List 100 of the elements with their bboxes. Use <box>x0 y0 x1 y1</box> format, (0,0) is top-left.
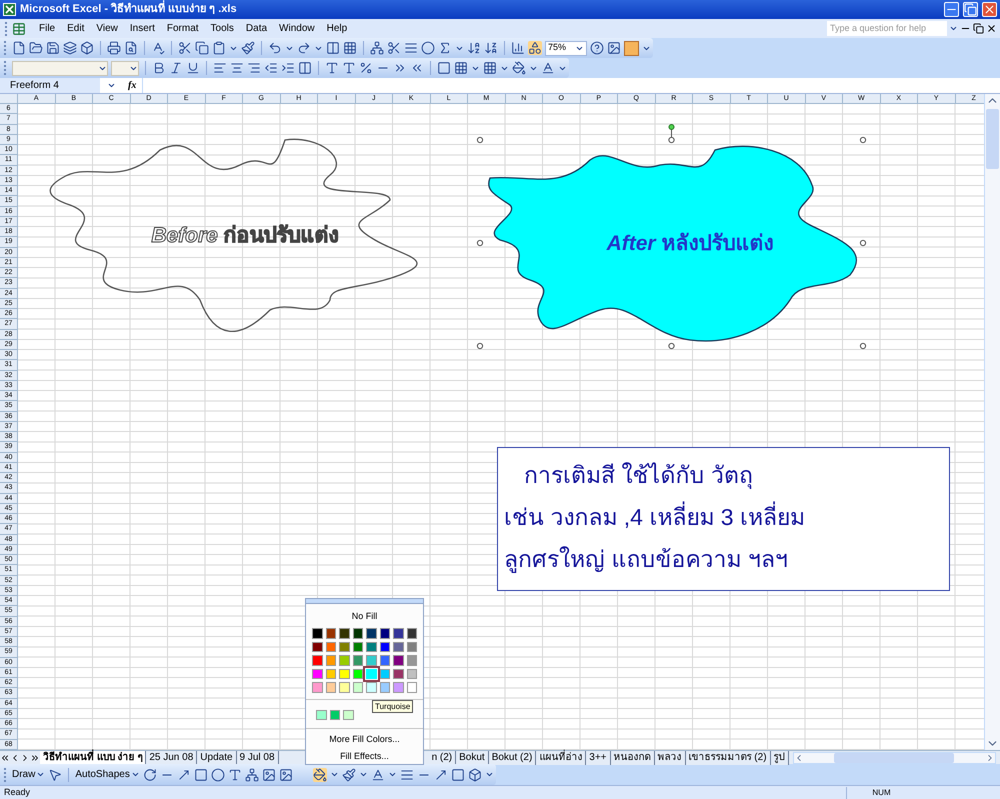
indent-increase-icon[interactable] <box>281 61 295 75</box>
color-swatch[interactable] <box>406 642 417 652</box>
font-color-icon[interactable] <box>541 61 555 75</box>
color-swatch[interactable] <box>316 710 326 720</box>
horizontal-scrollbar[interactable] <box>792 752 996 764</box>
menu-item[interactable]: More Fill Colors... <box>329 732 400 746</box>
zoom-field[interactable]: 75% <box>545 40 587 56</box>
color-swatch[interactable] <box>312 655 322 666</box>
grid-icon[interactable] <box>343 41 357 55</box>
3d-icon[interactable] <box>468 768 482 782</box>
sort-descending-icon[interactable] <box>484 41 498 55</box>
rectangle-icon[interactable] <box>194 768 208 782</box>
color-swatch[interactable] <box>352 668 363 680</box>
close-icon[interactable] <box>986 23 997 34</box>
borders-icon[interactable] <box>483 61 497 75</box>
font-size-field[interactable] <box>111 60 139 76</box>
color-swatch[interactable] <box>380 655 390 666</box>
name-box[interactable]: Freeform 4 <box>0 78 100 93</box>
menu-item[interactable]: Fill Effects... <box>340 750 389 764</box>
fill-color-icon[interactable] <box>312 768 327 782</box>
vertical-scrollbar[interactable] <box>984 94 1000 750</box>
color-swatch[interactable] <box>339 642 350 652</box>
menu-item[interactable]: Help <box>322 21 352 36</box>
sheet-tab[interactable]: เขาธรรมมาตร (2) <box>686 750 771 764</box>
draw-menu-button[interactable]: Draw <box>12 767 46 782</box>
undo-icon[interactable] <box>268 41 282 55</box>
oval-icon[interactable] <box>210 768 225 782</box>
caret-icon[interactable] <box>358 770 368 779</box>
color-swatch[interactable] <box>406 628 417 639</box>
color-swatch[interactable] <box>406 668 417 680</box>
color-swatch[interactable] <box>339 628 350 639</box>
color-swatch[interactable] <box>406 655 417 666</box>
color-swatch[interactable] <box>380 682 390 693</box>
open-folder-icon[interactable] <box>29 41 43 55</box>
pointer-icon[interactable] <box>48 768 62 782</box>
caret-icon[interactable] <box>330 770 339 779</box>
sheet-tab[interactable]: พลวง <box>654 750 686 764</box>
percent-icon[interactable] <box>359 61 373 75</box>
shadow-icon[interactable] <box>450 768 465 782</box>
menu-item[interactable]: Format <box>162 21 204 36</box>
sheet-tab[interactable]: 9 Jul 08 <box>236 750 279 764</box>
brush-icon[interactable] <box>241 41 255 55</box>
circle-icon[interactable] <box>421 41 435 55</box>
scroll-thumb[interactable] <box>834 752 954 762</box>
text-box-icon[interactable] <box>228 768 242 782</box>
layers-icon[interactable] <box>63 41 77 55</box>
indent-decrease-icon[interactable] <box>264 61 278 75</box>
color-swatch[interactable] <box>343 710 354 720</box>
bold-icon[interactable] <box>152 61 166 75</box>
function-label[interactable]: fx <box>122 78 142 93</box>
shapes-icon[interactable] <box>528 41 542 55</box>
border-icon[interactable] <box>437 61 451 75</box>
color-swatch[interactable] <box>366 668 376 680</box>
line-color-icon[interactable] <box>342 768 356 782</box>
color-swatch[interactable] <box>312 668 322 680</box>
font-name-field[interactable] <box>12 60 108 76</box>
underline-icon[interactable] <box>186 61 200 75</box>
color-swatch[interactable] <box>326 655 336 666</box>
color-swatch[interactable] <box>366 628 376 639</box>
print-preview-icon[interactable] <box>124 41 138 55</box>
color-swatch[interactable] <box>326 682 336 693</box>
font-size-icon[interactable] <box>325 61 339 75</box>
line-style-icon[interactable] <box>400 768 414 782</box>
scissors-icon[interactable] <box>387 41 401 55</box>
arrow-style-icon[interactable] <box>434 768 448 782</box>
no-fill-button[interactable]: No Fill <box>352 610 378 624</box>
format-icon[interactable] <box>624 40 639 56</box>
columns-icon[interactable] <box>326 41 340 55</box>
help-search-field[interactable]: Type a question for help <box>827 21 947 36</box>
merge-cells-icon[interactable] <box>298 61 312 75</box>
menu-item[interactable]: Data <box>240 21 272 36</box>
color-swatch[interactable] <box>380 668 390 680</box>
last-sheet-icon[interactable] <box>30 752 40 762</box>
curve-icon[interactable] <box>142 768 157 782</box>
menu-item[interactable]: Window <box>274 21 320 36</box>
menu-item[interactable]: Edit <box>62 21 90 36</box>
cut-icon[interactable] <box>178 41 192 55</box>
clip-art-icon[interactable] <box>262 768 276 782</box>
scroll-thumb[interactable] <box>986 109 999 169</box>
picture-icon[interactable] <box>278 768 293 782</box>
color-swatch[interactable] <box>339 682 350 693</box>
color-swatch[interactable] <box>366 682 376 693</box>
align-left-icon[interactable] <box>213 61 227 75</box>
color-swatch[interactable] <box>393 655 404 666</box>
color-swatch[interactable] <box>312 682 322 693</box>
color-swatch[interactable] <box>393 682 404 693</box>
color-swatch[interactable] <box>330 710 340 720</box>
caret-icon[interactable] <box>484 770 494 779</box>
color-swatch[interactable] <box>339 655 350 666</box>
copy-icon[interactable] <box>195 41 209 55</box>
first-sheet-icon[interactable] <box>0 752 10 762</box>
spell-check-icon[interactable] <box>151 41 165 55</box>
color-swatch[interactable] <box>339 668 350 680</box>
align-right-icon[interactable] <box>247 61 261 75</box>
text-box[interactable]: การเติมสี ใช้ได้กับ วัตถุ เช่น วงกลม ,4 เหลี่ยม 3 เหลี่ยม ลูกศรใหญ่ แถบข้อความ ฯลฯ <box>497 447 950 591</box>
sheet-tab[interactable]: แผนที่อ่าง <box>536 750 586 764</box>
sheet-tab[interactable]: รูป <box>770 750 789 764</box>
menu-item[interactable]: Insert <box>124 21 160 36</box>
redo-icon[interactable] <box>297 41 311 55</box>
italic-icon[interactable] <box>169 61 183 75</box>
